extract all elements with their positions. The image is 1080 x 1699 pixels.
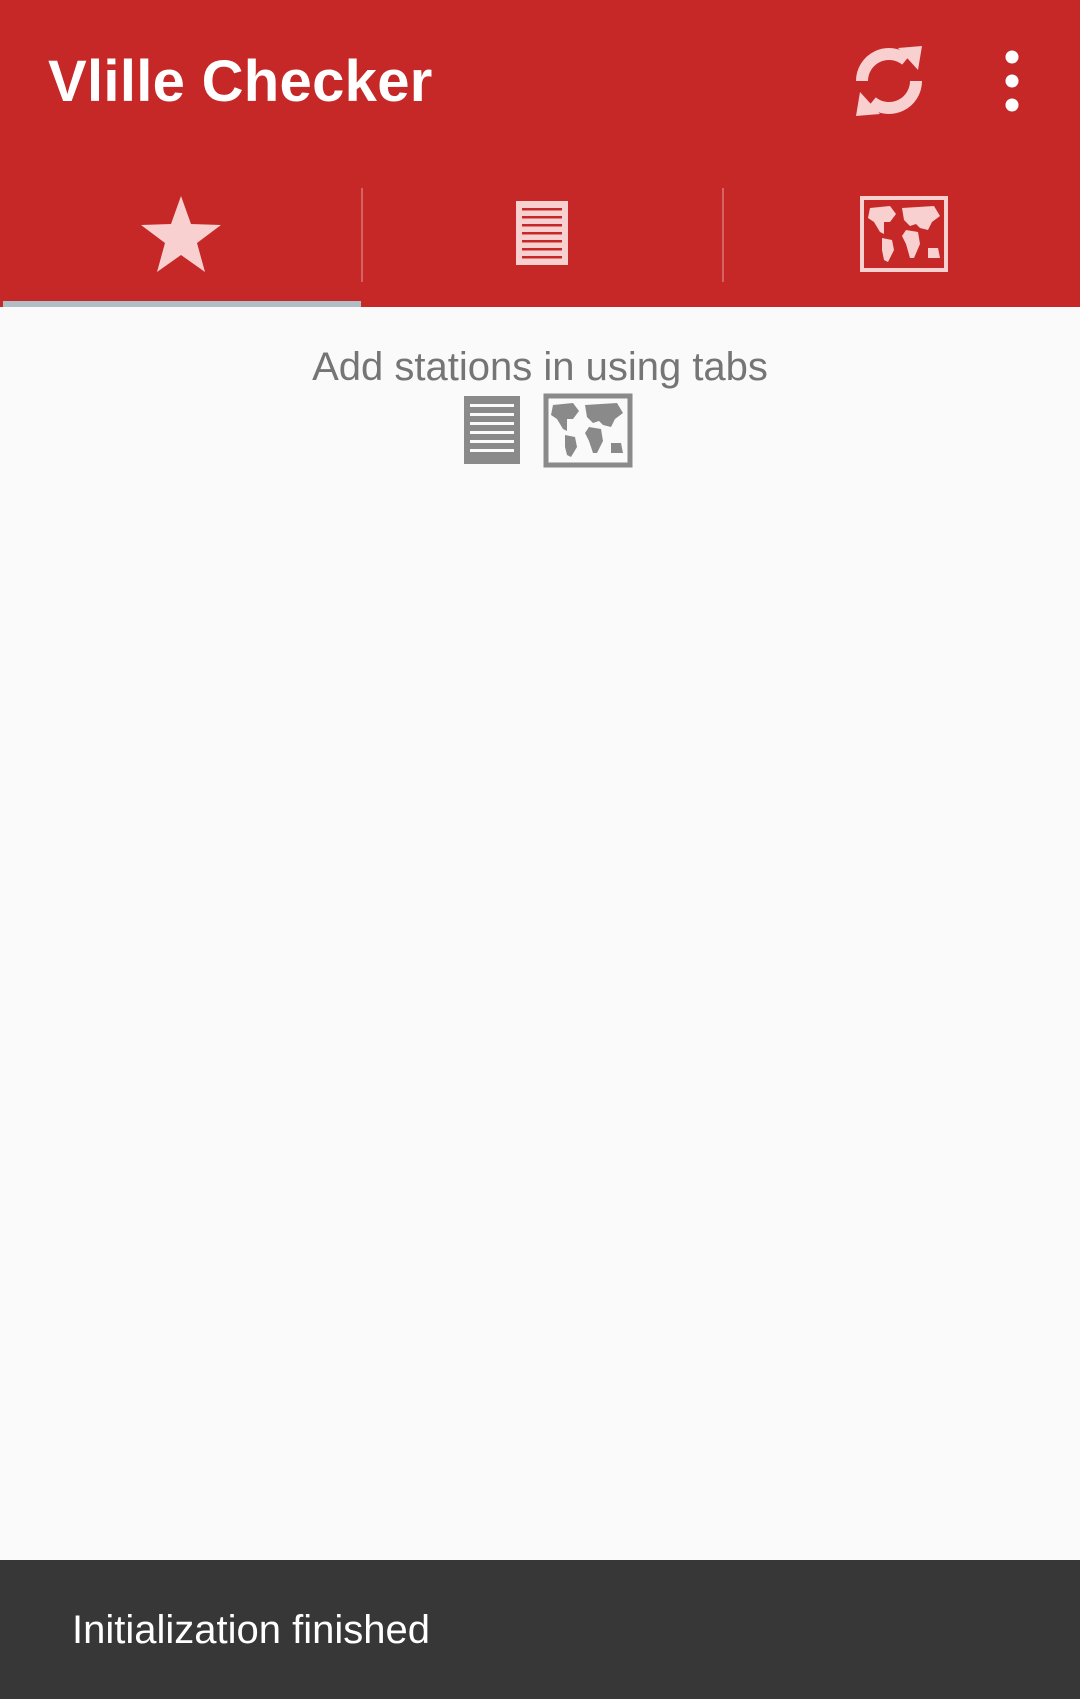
refresh-button[interactable] bbox=[848, 40, 930, 122]
list-icon bbox=[516, 201, 568, 265]
tab-divider bbox=[722, 188, 724, 282]
star-icon bbox=[141, 196, 221, 272]
tab-list[interactable] bbox=[363, 178, 722, 307]
overflow-menu-button[interactable] bbox=[990, 50, 1034, 112]
tab-map[interactable] bbox=[724, 178, 1080, 307]
list-icon bbox=[464, 396, 520, 464]
map-icon bbox=[543, 393, 633, 468]
tab-favorites[interactable] bbox=[0, 178, 361, 307]
tab-divider bbox=[361, 188, 363, 282]
app-title: Vlille Checker bbox=[48, 49, 433, 114]
selected-tab-indicator bbox=[3, 301, 361, 307]
empty-state-message: Add stations in using tabs bbox=[312, 345, 768, 389]
tab-bar bbox=[0, 178, 1080, 307]
more-vert-icon bbox=[1005, 50, 1019, 112]
map-icon bbox=[860, 196, 948, 272]
snackbar: Initialization finished bbox=[0, 1560, 1080, 1699]
snackbar-message: Initialization finished bbox=[72, 1608, 430, 1652]
refresh-icon bbox=[856, 46, 922, 116]
